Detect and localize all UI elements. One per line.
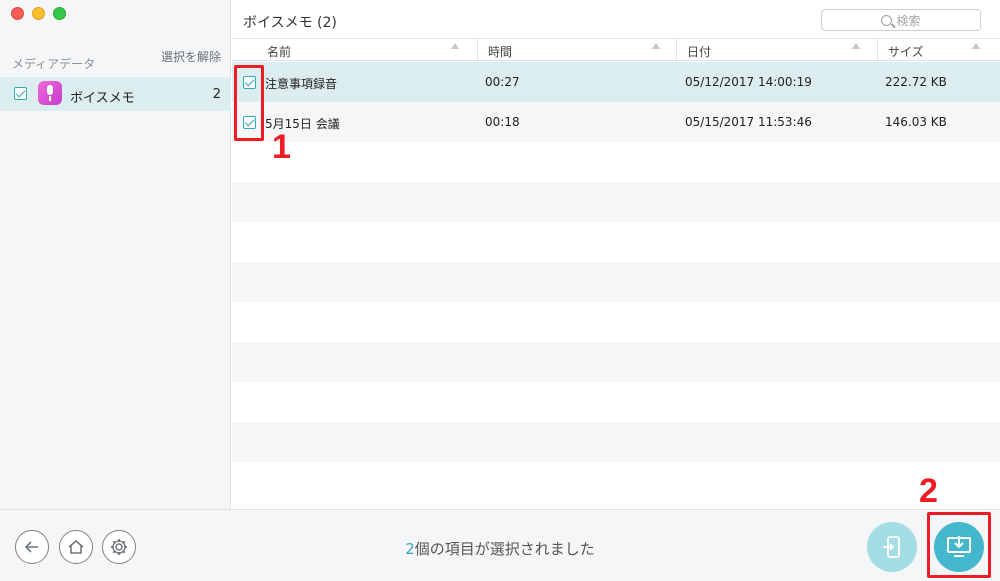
empty-row — [232, 262, 1000, 302]
column-divider[interactable] — [477, 39, 478, 61]
footer-bar: 2個の項目が選択されました — [0, 509, 1000, 581]
annotation-box-1 — [234, 65, 264, 141]
table-header: 名前 時間 日付 サイズ — [232, 38, 1000, 61]
row-time: 00:27 — [485, 75, 520, 89]
sidebar-item-count: 2 — [212, 87, 221, 102]
empty-row — [232, 382, 1000, 422]
main-panel: ボイスメモ (2) 検索 名前 時間 日付 サイズ 注意事項録音 00:27 0… — [232, 0, 1000, 509]
selection-status: 2個の項目が選択されました — [0, 538, 1000, 559]
selection-count: 2 — [405, 540, 415, 558]
empty-row — [232, 142, 1000, 182]
voice-memo-icon — [38, 81, 62, 105]
sort-arrow-icon — [972, 43, 980, 49]
search-placeholder: 検索 — [896, 13, 921, 28]
annotation-box-2 — [927, 512, 991, 578]
search-icon — [881, 14, 893, 26]
page-title: ボイスメモ (2) — [243, 15, 337, 31]
empty-row — [232, 302, 1000, 342]
sidebar-item-voice-memo[interactable]: ボイスメモ 2 — [0, 77, 231, 111]
empty-row — [232, 422, 1000, 462]
column-header-date-label: 日付 — [687, 45, 712, 59]
empty-row — [232, 222, 1000, 262]
column-header-size[interactable]: サイズ — [888, 43, 924, 60]
column-header-time[interactable]: 時間 — [488, 43, 512, 60]
annotation-marker-1: 1 — [272, 128, 291, 166]
sidebar: メディアデータ 選択を解除 ボイスメモ 2 — [0, 0, 231, 509]
export-to-device-icon — [883, 536, 900, 558]
sort-arrow-icon — [451, 43, 459, 49]
table-row[interactable]: 5月15日 会議 00:18 05/15/2017 11:53:46 146.0… — [232, 102, 1000, 142]
column-divider[interactable] — [877, 39, 878, 61]
column-header-date[interactable]: 日付 — [687, 43, 711, 60]
annotation-marker-2: 2 — [919, 472, 938, 510]
row-date: 05/15/2017 11:53:46 — [685, 115, 812, 129]
close-window-button[interactable] — [11, 7, 24, 20]
empty-row — [232, 182, 1000, 222]
row-time: 00:18 — [485, 115, 520, 129]
category-label: メディアデータ — [12, 57, 96, 71]
table-row[interactable]: 注意事項録音 00:27 05/12/2017 14:00:19 222.72 … — [232, 62, 1000, 102]
column-divider[interactable] — [676, 39, 677, 61]
zoom-window-button[interactable] — [53, 7, 66, 20]
sort-arrow-icon — [652, 43, 660, 49]
window-controls — [11, 7, 66, 20]
row-size: 222.72 KB — [885, 75, 947, 89]
empty-row — [232, 462, 1000, 469]
sidebar-header: メディアデータ 選択を解除 — [0, 48, 231, 74]
deselect-all-link[interactable]: 選択を解除 — [161, 48, 221, 65]
row-date: 05/12/2017 14:00:19 — [685, 75, 812, 89]
file-list: 注意事項録音 00:27 05/12/2017 14:00:19 222.72 … — [232, 62, 1000, 469]
column-header-name-label: 名前 — [267, 45, 292, 59]
search-input[interactable]: 検索 — [821, 9, 981, 31]
row-size: 146.03 KB — [885, 115, 947, 129]
column-header-name[interactable]: 名前 — [267, 43, 291, 60]
export-to-device-button[interactable] — [867, 522, 917, 572]
sidebar-item-checkbox[interactable] — [14, 87, 27, 100]
empty-row — [232, 342, 1000, 382]
column-header-time-label: 時間 — [488, 45, 513, 59]
row-name: 注意事項録音 — [265, 77, 338, 91]
minimize-window-button[interactable] — [32, 7, 45, 20]
sort-arrow-icon — [852, 43, 860, 49]
column-header-size-label: サイズ — [888, 45, 924, 59]
selection-status-text: 個の項目が選択されました — [414, 540, 595, 558]
sidebar-item-label: ボイスメモ — [70, 91, 135, 106]
